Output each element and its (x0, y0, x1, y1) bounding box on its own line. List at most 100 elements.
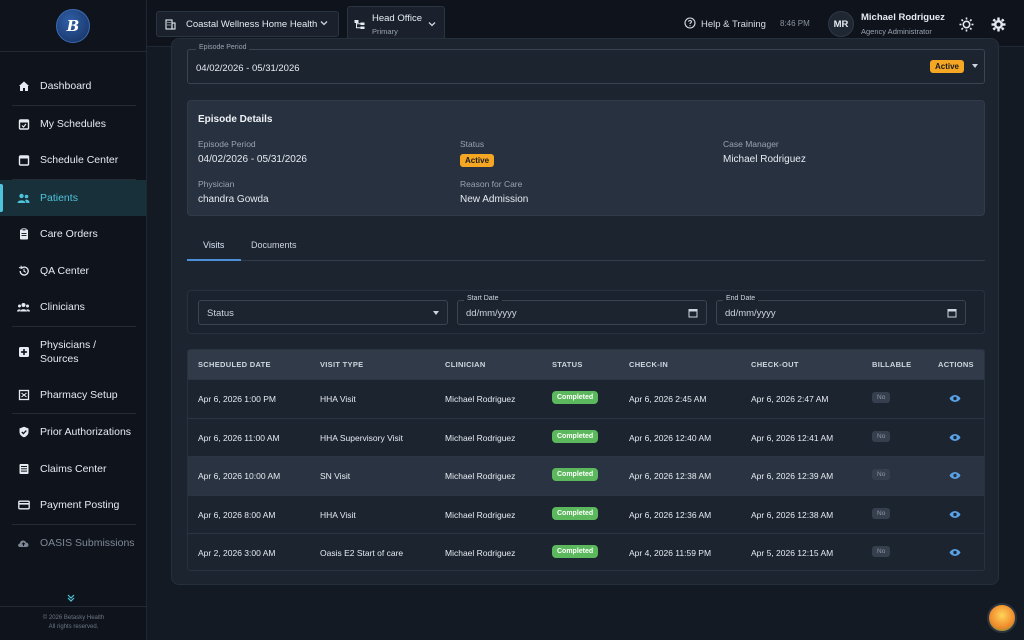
calendar-check-icon (17, 117, 30, 130)
episode-period-label: Episode Period (196, 44, 250, 51)
check-out-cell: Apr 6, 2026 12:41 AM (751, 432, 834, 443)
status-filter[interactable]: Status (198, 300, 448, 325)
help-link[interactable]: Help & Training (684, 17, 766, 32)
tab-visits[interactable]: Visits (203, 240, 224, 250)
check-in-cell: Apr 6, 2026 12:38 AM (629, 471, 712, 481)
status-badge: Completed (552, 506, 599, 520)
sidebar-item-label: Dashboard (40, 80, 92, 93)
check-out-cell: Apr 5, 2026 12:15 AM (751, 548, 834, 558)
copyright-text: © 2026 Betasky Health (42, 615, 105, 621)
logo-area: B (0, 0, 146, 52)
end-date-placeholder: dd/mm/yyyy (725, 308, 776, 319)
agency-selector[interactable]: Coastal Wellness Home Health (156, 11, 339, 37)
sidebar-item-dashboard[interactable]: Dashboard (0, 68, 146, 105)
calendar-icon[interactable] (947, 308, 957, 321)
check-in-cell: Apr 6, 2026 2:45 AM (629, 394, 707, 404)
avatar[interactable]: MR (828, 11, 854, 37)
table-row[interactable]: Apr 6, 2026 1:00 PM HHA Visit Michael Ro… (188, 379, 984, 418)
column-header[interactable]: STATUS (552, 360, 583, 369)
sidebar-item-pharmacy-setup[interactable]: Pharmacy Setup (0, 377, 146, 414)
sidebar-item-label: Pharmacy Setup (40, 388, 118, 401)
check-out-cell: Apr 6, 2026 12:39 AM (751, 471, 834, 481)
tab-documents[interactable]: Documents (251, 240, 297, 250)
eye-icon[interactable] (949, 510, 961, 522)
sidebar-item-my-schedules[interactable]: My Schedules (0, 106, 146, 143)
column-header[interactable]: CHECK-IN (629, 360, 668, 369)
sidebar-item-qa-center[interactable]: QA Center (0, 253, 146, 290)
active-tab-indicator (187, 259, 241, 261)
visits-table: SCHEDULED DATE VISIT TYPE CLINICIAN STAT… (187, 349, 985, 571)
assistant-avatar-button[interactable] (987, 603, 1017, 633)
theme-toggle-icon[interactable] (958, 16, 974, 32)
brand-logo[interactable]: B (56, 8, 90, 43)
sidebar-item-clinicians[interactable]: Clinicians (0, 289, 146, 326)
rights-text: All rights reserved. (48, 624, 99, 630)
start-date-field[interactable]: Start Date dd/mm/yyyy (457, 295, 707, 325)
history-icon (17, 264, 30, 277)
eye-icon[interactable] (949, 433, 961, 445)
calendar-icon (17, 154, 30, 167)
caret-down-icon (972, 64, 978, 68)
group-icon (17, 301, 30, 314)
column-header[interactable]: SCHEDULED DATE (198, 360, 271, 369)
column-header: ACTIONS (938, 360, 974, 369)
billable-badge: No (872, 392, 891, 403)
eye-icon[interactable] (949, 394, 961, 406)
sidebar-item-label: Care Orders (40, 228, 98, 241)
column-header[interactable]: CLINICIAN (445, 360, 486, 369)
end-date-field[interactable]: End Date dd/mm/yyyy (716, 295, 966, 325)
column-header[interactable]: VISIT TYPE (320, 360, 363, 369)
visit-type-cell: HHA Visit (320, 394, 356, 404)
sidebar-item-label: Payment Posting (40, 499, 120, 512)
sidebar-item-label: OASIS Submissions (40, 536, 135, 549)
sidebar-item-label: Claims Center (40, 462, 107, 475)
sidebar-item-physicians[interactable]: Physicians / Sources (0, 327, 146, 377)
column-header[interactable]: CHECK-OUT (751, 360, 799, 369)
medical-plus-icon (17, 345, 30, 358)
clinician-cell: Michael Rodriguez (445, 548, 516, 558)
clipboard-icon (17, 228, 30, 241)
detail-value: chandra Gowda (198, 194, 269, 205)
detail-value: Michael Rodriguez (723, 154, 806, 165)
gear-icon[interactable] (990, 16, 1006, 32)
visit-type-cell: SN Visit (320, 471, 351, 481)
scheduled-date-cell: Apr 2, 2026 3:00 AM (198, 548, 276, 558)
tab-bar: Visits Documents (187, 234, 985, 261)
detail-label: Reason for Care (460, 179, 523, 189)
eye-icon[interactable] (949, 548, 961, 560)
table-row[interactable]: Apr 6, 2026 10:00 AM SN Visit Michael Ro… (188, 456, 984, 495)
credit-card-icon (17, 499, 30, 512)
user-name[interactable]: Michael Rodriguez (861, 12, 945, 23)
status-badge: Completed (552, 429, 599, 443)
detail-value: New Admission (460, 194, 529, 205)
sidebar-item-patients[interactable]: Patients (0, 179, 146, 216)
sidebar-item-schedule-center[interactable]: Schedule Center (0, 142, 146, 179)
detail-label: Physician (198, 179, 235, 189)
detail-value: 04/02/2026 - 05/31/2026 (198, 154, 307, 165)
sidebar-item-oasis-submissions[interactable]: OASIS Submissions (0, 525, 146, 562)
clinician-cell: Michael Rodriguez (445, 394, 516, 404)
chevron-down-icon (427, 19, 437, 32)
billable-badge: No (872, 430, 891, 442)
detail-status: Status Active (460, 139, 495, 167)
table-row[interactable]: Apr 6, 2026 11:00 AM HHA Supervisory Vis… (188, 417, 984, 456)
detail-label: Status (460, 139, 485, 149)
table-row[interactable]: Apr 6, 2026 8:00 AM HHA Visit Michael Ro… (188, 494, 984, 533)
eye-icon[interactable] (949, 471, 961, 483)
sidebar-item-claims-center[interactable]: Claims Center (0, 451, 146, 488)
episode-card: Episode Period 04/02/2026 - 05/31/2026 A… (171, 38, 999, 585)
sidebar-item-prior-authorizations[interactable]: Prior Authorizations (0, 414, 146, 451)
detail-label: Episode Period (198, 139, 256, 149)
scroll-more-icon[interactable] (66, 593, 76, 606)
visit-type-cell: HHA Visit (320, 509, 356, 520)
status-badge: Active (460, 154, 495, 167)
table-row[interactable]: Apr 2, 2026 3:00 AM Oasis E2 Start of ca… (188, 533, 984, 570)
sidebar-item-label: Prior Authorizations (40, 426, 132, 439)
calendar-icon[interactable] (688, 308, 698, 321)
sidebar-item-payment-posting[interactable]: Payment Posting (0, 487, 146, 524)
sidebar-item-care-orders[interactable]: Care Orders (0, 216, 146, 253)
sidebar-nav: Dashboard My Schedules Schedule Center P… (0, 52, 146, 561)
episode-period-value: 04/02/2026 - 05/31/2026 (196, 63, 300, 74)
building-icon (165, 18, 176, 30)
episode-period-select[interactable]: Episode Period 04/02/2026 - 05/31/2026 A… (187, 44, 985, 84)
